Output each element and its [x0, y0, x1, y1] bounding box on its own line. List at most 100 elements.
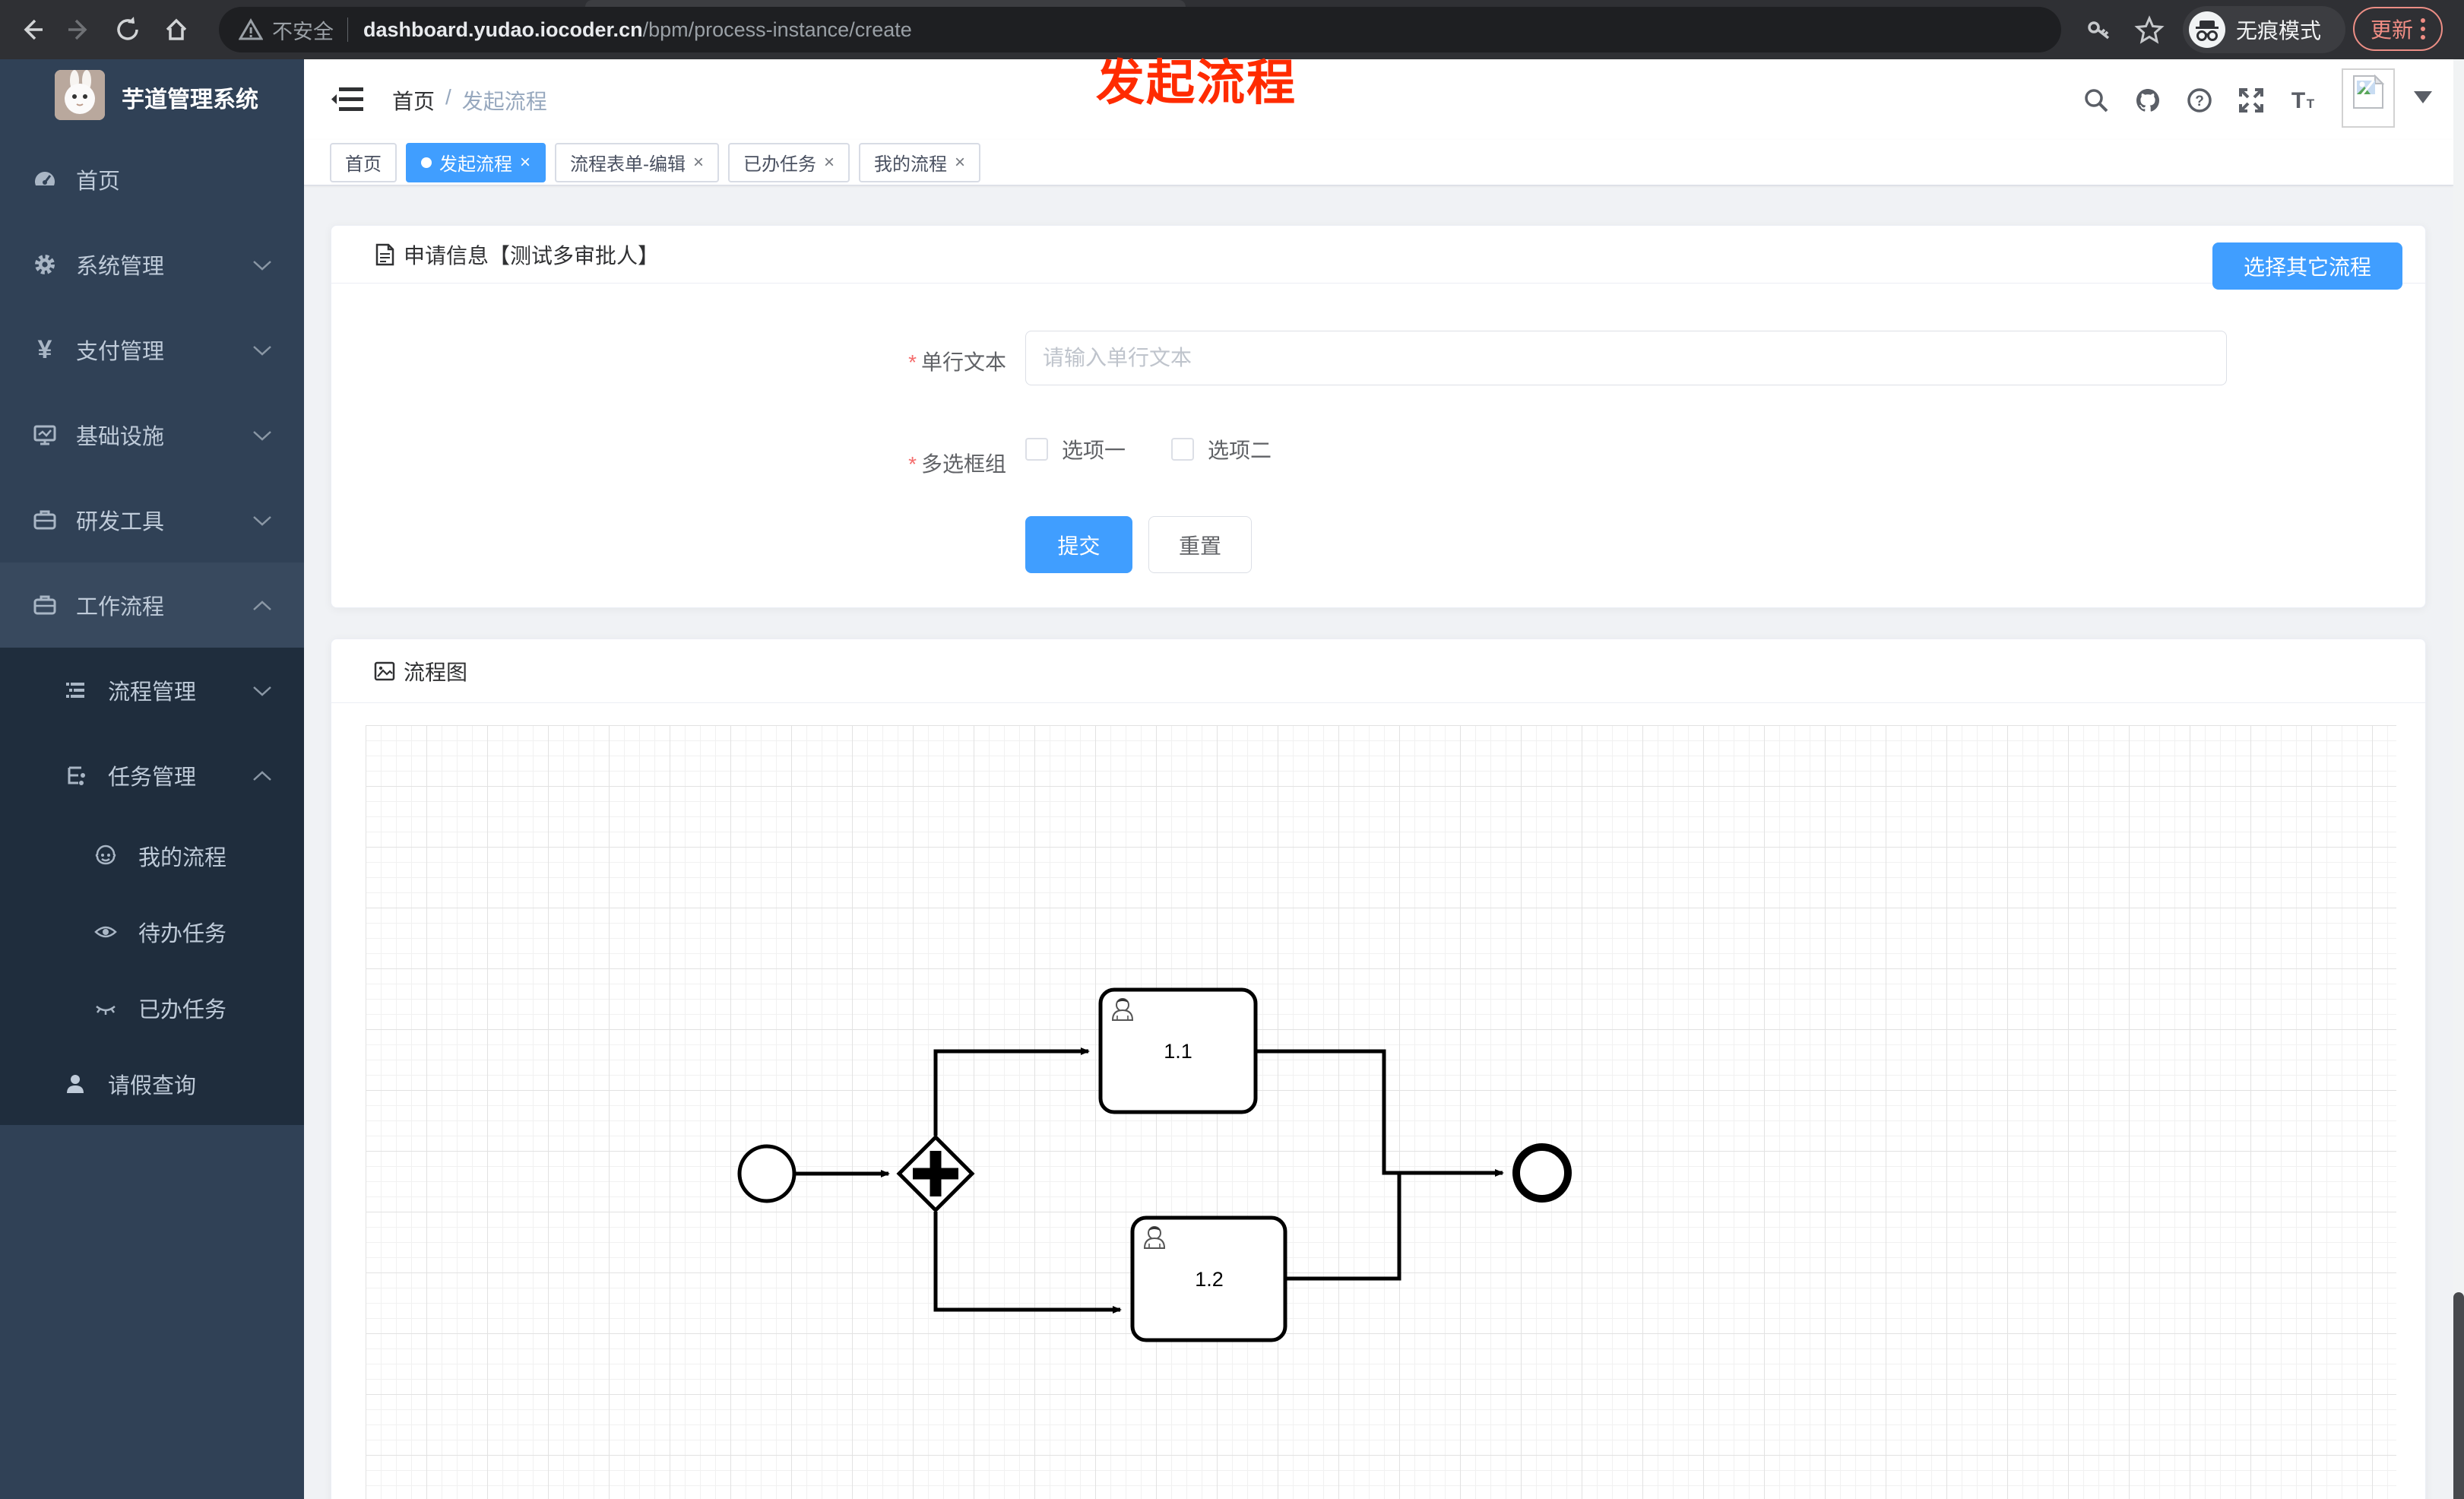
face-icon — [93, 843, 119, 869]
tab-label: 首页 — [345, 154, 382, 175]
submit-button[interactable]: 提交 — [1025, 516, 1132, 573]
sidebar-item-system[interactable]: 系统管理 — [0, 222, 304, 307]
card-title: 申请信息【测试多审批人】 — [404, 243, 660, 268]
sidebar-item-leave-query[interactable]: 请假查询 — [0, 1046, 304, 1122]
card-title: 流程图 — [404, 660, 468, 684]
reset-button[interactable]: 重置 — [1148, 516, 1252, 573]
more-dots-icon[interactable] — [2421, 18, 2425, 40]
select-other-process-button[interactable]: 选择其它流程 — [2212, 242, 2402, 290]
eye-closed-icon — [93, 995, 119, 1021]
tab-label: 流程表单-编辑 — [570, 154, 686, 175]
briefcase-icon — [32, 592, 58, 618]
tab-done-tasks[interactable]: 已办任务 × — [728, 142, 850, 182]
sidebar-item-payment[interactable]: ¥ 支付管理 — [0, 307, 304, 392]
app-header: 首页 / 发起流程 ? TT — [304, 59, 2453, 140]
help-icon[interactable]: ? — [2186, 87, 2213, 114]
rabbit-logo — [55, 70, 105, 120]
sidebar-item-todo-tasks[interactable]: 待办任务 — [0, 894, 304, 970]
flow-diagram-card: 流程图 1.1 1.2 — [331, 639, 2426, 1499]
update-button[interactable]: 更新 — [2353, 7, 2443, 51]
forward-icon[interactable] — [64, 14, 94, 45]
chevron-down-icon — [252, 338, 272, 363]
divider — [347, 17, 348, 42]
back-icon[interactable] — [17, 14, 47, 45]
required-asterisk: * — [908, 350, 917, 374]
task2-label: 1.2 — [1195, 1268, 1224, 1291]
text-field-label: * 单行文本 — [908, 350, 1006, 374]
card-header: 流程图 — [331, 639, 2425, 703]
active-dot — [421, 157, 432, 168]
app-logo-row[interactable]: 芋道管理系统 — [0, 59, 304, 135]
sidebar-item-task-mgmt[interactable]: 任务管理 — [0, 733, 304, 818]
flow-gateway-task2 — [933, 1212, 1122, 1314]
sidebar-item-label: 我的流程 — [138, 846, 227, 870]
sidebar-item-label: 基础设施 — [76, 425, 165, 449]
breadcrumb: 首页 / 发起流程 — [392, 85, 547, 116]
chevron-down-icon — [252, 252, 272, 277]
reload-icon[interactable] — [112, 14, 143, 45]
gauge-icon — [32, 166, 58, 192]
security-label[interactable]: 不安全 — [272, 15, 334, 45]
search-icon[interactable] — [2082, 87, 2110, 114]
github-icon[interactable] — [2134, 87, 2162, 114]
yen-icon: ¥ — [37, 334, 52, 364]
sidebar-item-label: 研发工具 — [76, 510, 165, 534]
sidebar-item-devtools[interactable]: 研发工具 — [0, 477, 304, 563]
chevron-down-icon — [252, 678, 272, 703]
star-icon[interactable] — [2134, 14, 2165, 45]
page-scrollbar[interactable] — [2453, 59, 2464, 1499]
broken-image-icon — [2353, 74, 2385, 109]
hamburger-icon[interactable] — [331, 84, 365, 115]
monitor-icon — [32, 422, 58, 448]
sidebar-item-workflow[interactable]: 工作流程 — [0, 563, 304, 648]
close-icon[interactable]: × — [824, 152, 835, 173]
chevron-up-icon — [252, 593, 272, 618]
sidebar-item-done-tasks[interactable]: 已办任务 — [0, 970, 304, 1046]
single-line-text-input[interactable] — [1025, 331, 2227, 385]
user-avatar[interactable] — [2342, 68, 2395, 128]
tab-home[interactable]: 首页 — [330, 142, 397, 182]
svg-text:T: T — [2291, 88, 2305, 113]
tab-form-edit[interactable]: 流程表单-编辑 × — [555, 142, 720, 182]
flow-task2-merge — [1285, 1173, 1401, 1281]
sidebar-item-label: 工作流程 — [76, 595, 165, 620]
fullscreen-icon[interactable] — [2238, 87, 2265, 114]
flow-gateway-task1 — [933, 1047, 1090, 1136]
bpmn-end-event[interactable] — [1512, 1143, 1572, 1203]
option2-checkbox[interactable] — [1171, 438, 1195, 461]
home-icon[interactable] — [161, 14, 192, 45]
scrollbar-thumb[interactable] — [2453, 1292, 2464, 1499]
close-icon[interactable]: × — [955, 152, 965, 173]
avatar-caret-icon[interactable] — [2414, 91, 2432, 103]
list-tree-icon — [62, 677, 88, 703]
incognito-icon — [2189, 11, 2225, 48]
close-icon[interactable]: × — [693, 152, 704, 173]
node-tree-icon — [62, 762, 88, 788]
sidebar-item-infra[interactable]: 基础设施 — [0, 392, 304, 477]
sidebar-item-my-process[interactable]: 我的流程 — [0, 818, 304, 894]
sidebar-item-label: 首页 — [76, 170, 121, 194]
breadcrumb-home[interactable]: 首页 — [392, 85, 435, 116]
sidebar-item-label: 任务管理 — [108, 765, 197, 790]
chevron-down-icon — [252, 508, 272, 533]
sidebar: 芋道管理系统 首页 系统管理 ¥ 支付管理 基础设施 研发工具 工作流程 流程管… — [0, 59, 304, 1499]
close-icon[interactable]: × — [520, 152, 530, 173]
tab-create-process[interactable]: 发起流程 × — [406, 142, 546, 182]
url-domain: dashboard.yudao.iocoder.cn — [363, 17, 643, 41]
option1-label[interactable]: 选项一 — [1062, 434, 1126, 464]
browser-tab[interactable] — [585, 0, 1186, 7]
chevron-down-icon — [252, 423, 272, 448]
sidebar-item-process-mgmt[interactable]: 流程管理 — [0, 648, 304, 733]
sidebar-item-label: 支付管理 — [76, 340, 165, 364]
sidebar-item-label: 已办任务 — [138, 998, 227, 1022]
font-size-icon[interactable]: TT — [2289, 87, 2317, 114]
option2-label[interactable]: 选项二 — [1208, 434, 1272, 464]
annotation-title: 发起流程 — [1096, 55, 1297, 110]
option1-checkbox[interactable] — [1025, 438, 1048, 461]
bpmn-start-event[interactable] — [737, 1144, 797, 1203]
sidebar-item-home[interactable]: 首页 — [0, 137, 304, 222]
bpmn-canvas[interactable]: 1.1 1.2 — [366, 725, 2396, 1499]
breadcrumb-current: 发起流程 — [461, 90, 547, 113]
tab-my-process[interactable]: 我的流程 × — [859, 142, 981, 182]
key-icon[interactable] — [2086, 16, 2113, 43]
